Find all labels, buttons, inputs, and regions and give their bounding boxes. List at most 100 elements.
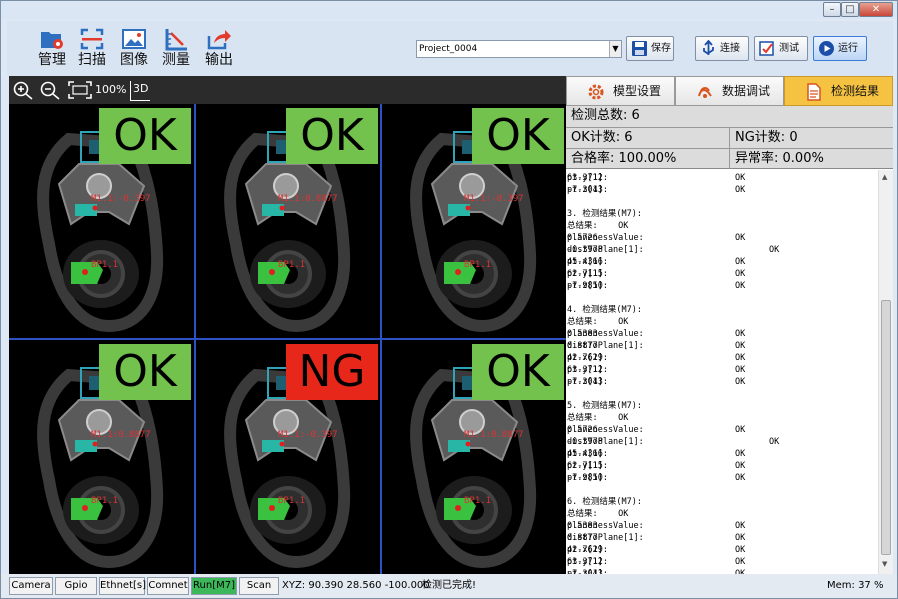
stat-label: 异常率:	[735, 151, 779, 166]
inspection-view-2[interactable]: M1.1:0.8877 BP1.1 OK	[196, 104, 382, 339]
image-button[interactable]: 图像	[115, 27, 153, 73]
inspection-view-5[interactable]: M1.1:-0.397 BP1.1 NG	[196, 340, 382, 575]
blob-label: BP1.1	[278, 496, 306, 506]
blob-label: BP1.1	[91, 496, 119, 506]
log-text: OK	[735, 341, 746, 351]
log-text: 总结果: OK	[567, 221, 629, 231]
measurement-label: M1.1:0.8877	[464, 430, 524, 440]
result-badge: OK	[472, 344, 564, 400]
log-text: 63.3712	[567, 365, 603, 375]
blob-label: BP1.1	[91, 260, 119, 270]
ruler-icon	[165, 29, 187, 51]
log-text: -7.3043	[567, 185, 603, 195]
inspection-view-3[interactable]: M1.1:-0.397 BP1.1 OK	[382, 104, 568, 339]
export-icon	[207, 30, 231, 50]
result-panel: 模型设置 数据调试 检测结果 检测总数: 6 OK计数: 6 NG计数: 0 合…	[566, 76, 893, 574]
log-scrollbar[interactable]: ▲ ▼	[878, 170, 893, 574]
run-label: 运行	[838, 43, 858, 54]
blob-label: BP1.1	[464, 260, 492, 270]
log-text: OK	[769, 245, 780, 255]
log-text: 总结果: OK	[567, 509, 629, 519]
stat-label: NG计数:	[735, 130, 786, 145]
log-text: 0.5726	[567, 233, 598, 243]
stat-value: 0.00%	[782, 151, 824, 166]
tab-label: 模型设置	[613, 84, 662, 98]
log-text: 3. 检测结果(M7):	[567, 209, 642, 219]
measurement-label: M1.1:-0.397	[91, 194, 151, 204]
play-icon	[819, 41, 834, 56]
close-button[interactable]: ✕	[859, 2, 893, 17]
log-text: 总结果: OK	[567, 413, 629, 423]
manage-label: 管理	[38, 52, 66, 68]
scan-button[interactable]: 扫描	[73, 27, 111, 73]
stat-value: 100.00%	[618, 151, 677, 166]
blob-label: BP1.1	[278, 260, 306, 270]
fit-view-icon[interactable]	[67, 80, 93, 100]
log-text: OK	[735, 185, 746, 195]
gear-icon	[588, 84, 604, 100]
scan-status[interactable]: Scan	[239, 577, 279, 595]
log-text: 62.7115	[567, 269, 603, 279]
log-text: OK	[735, 257, 746, 267]
log-text: OK	[735, 425, 746, 435]
log-text: OK	[735, 365, 746, 375]
gpio-status[interactable]: Gpio	[55, 577, 97, 595]
log-text: 62.7115	[567, 461, 603, 471]
log-text: 0.8877	[567, 341, 598, 351]
blob-label: BP1.1	[464, 496, 492, 506]
zoom-out-icon[interactable]	[39, 80, 61, 100]
zoom-in-icon[interactable]	[12, 80, 34, 100]
image-icon	[122, 29, 146, 49]
log-text: OK	[735, 329, 746, 339]
log-text: -0.3978	[567, 245, 603, 255]
log-text: 45.4366	[567, 257, 603, 267]
comnet-status[interactable]: Comnet	[147, 577, 189, 595]
result-log: pt-y[1]: 63.3712 OK pt-z[1]: -7.3043 OK 3. 检测结…	[567, 170, 878, 574]
app-window: – □ ✕ 管理 扫描 图像 测量 输出 Project_0004 ▼ 保存 连接…	[0, 0, 898, 599]
scan-icon	[80, 28, 104, 50]
log-text: 0.5383	[567, 329, 598, 339]
minimize-button[interactable]: –	[823, 2, 841, 17]
scroll-down-icon[interactable]: ▼	[882, 560, 887, 568]
result-badge: OK	[99, 108, 191, 164]
inspection-view-6[interactable]: M1.1:0.8877 BP1.1 OK	[382, 340, 568, 575]
measurement-label: M1.1:0.8877	[91, 430, 151, 440]
save-label: 保存	[651, 43, 671, 54]
tab-model-settings[interactable]: 模型设置	[566, 76, 675, 106]
scroll-up-icon[interactable]: ▲	[882, 173, 887, 181]
log-text: -7.3043	[567, 377, 603, 387]
export-button[interactable]: 输出	[200, 27, 238, 73]
manage-button[interactable]: 管理	[33, 27, 71, 73]
run-button[interactable]: 运行	[813, 36, 867, 61]
inspection-view-4[interactable]: M1.1:0.8877 BP1.1 OK	[9, 340, 195, 575]
run-status[interactable]: Run[M7]	[191, 577, 237, 595]
measure-button[interactable]: 测量	[157, 27, 195, 73]
project-select[interactable]: Project_0004 ▼	[416, 40, 622, 58]
log-text: OK	[735, 461, 746, 471]
log-text: OK	[735, 521, 746, 531]
tab-detection-results[interactable]: 检测结果	[784, 76, 893, 106]
log-text: OK	[735, 557, 746, 567]
log-text: OK	[735, 449, 746, 459]
log-text: 42.7629	[567, 545, 603, 555]
log-text: OK	[735, 173, 746, 183]
log-text: 0.5383	[567, 521, 598, 531]
stat-label: OK计数:	[571, 130, 621, 145]
log-text: OK	[735, 269, 746, 279]
ethnet-status[interactable]: Ethnet[s]	[99, 577, 146, 595]
status-bar: Camera Gpio Ethnet[s] Comnet Run[M7] Sca…	[1, 574, 897, 598]
zoom-100-button[interactable]: 100%	[95, 82, 126, 102]
log-text: -0.3978	[567, 437, 603, 447]
scroll-thumb[interactable]	[881, 300, 891, 555]
test-button[interactable]: 测试	[754, 36, 808, 61]
connect-button[interactable]: 连接	[695, 36, 749, 61]
camera-status[interactable]: Camera	[9, 577, 53, 595]
maximize-button[interactable]: □	[841, 2, 859, 17]
chevron-down-icon[interactable]: ▼	[609, 41, 621, 57]
view-toolbar: 100% 3D	[9, 76, 566, 104]
inspection-view-1[interactable]: M1.1:-0.397 BP1.1 OK	[9, 104, 195, 339]
tab-data-debug[interactable]: 数据调试	[675, 76, 784, 106]
log-text: OK	[735, 473, 746, 483]
save-button[interactable]: 保存	[626, 36, 674, 61]
3d-view-button[interactable]: 3D	[130, 81, 151, 101]
